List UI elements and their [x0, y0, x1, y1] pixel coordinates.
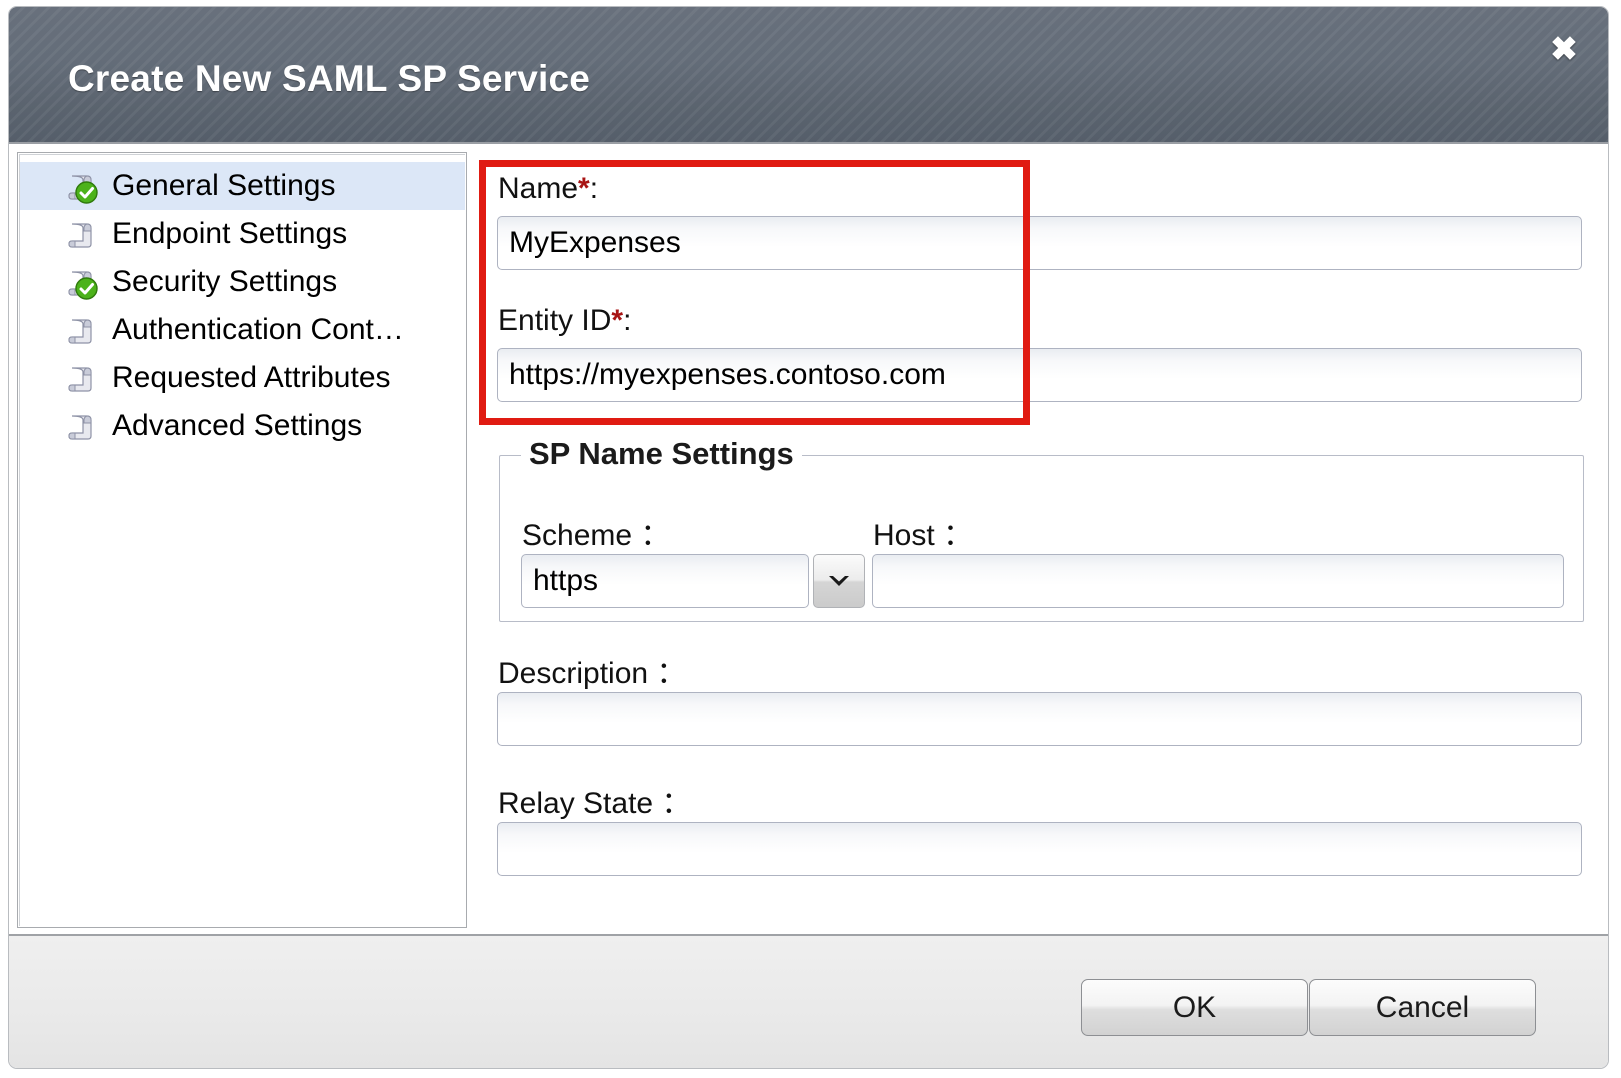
entity-id-label-suffix: : [623, 304, 631, 337]
scroll-icon [63, 216, 99, 252]
ok-button[interactable]: OK [1081, 979, 1308, 1036]
scroll-icon [63, 312, 99, 348]
scheme-select[interactable]: https [521, 554, 809, 608]
entity-id-label-text: Entity ID [498, 304, 611, 337]
description-label: Description ： [498, 648, 686, 692]
scroll-icon [63, 264, 99, 300]
sidebar-item-general-settings[interactable]: General Settings [20, 162, 465, 210]
required-marker: * [611, 304, 623, 337]
entity-id-label: Entity ID*: [498, 304, 631, 338]
entity-id-input[interactable]: https://myexpenses.contoso.com [497, 348, 1582, 402]
dialog-body: General Settings Endpoint Settings [9, 146, 1608, 930]
sp-name-settings-group: SP Name Settings Scheme ： https Host ： [499, 455, 1584, 622]
general-settings-panel: Name*: MyExpenses Entity ID*: https://my… [468, 152, 1600, 928]
scheme-label: Scheme ： [522, 510, 670, 554]
sidebar-item-label: Security Settings [112, 265, 337, 299]
sidebar-item-label: General Settings [112, 169, 335, 203]
create-saml-sp-service-dialog: Create New SAML SP Service ✖ [8, 6, 1609, 1069]
sidebar-item-authentication-context[interactable]: Authentication Cont… [20, 306, 465, 354]
scroll-icon [63, 408, 99, 444]
page-title: Create New SAML SP Service [68, 58, 590, 100]
host-label: Host ： [873, 510, 973, 554]
sidebar-item-label: Authentication Cont… [112, 313, 404, 347]
sidebar-item-label: Endpoint Settings [112, 217, 347, 251]
sidebar-item-endpoint-settings[interactable]: Endpoint Settings [20, 210, 465, 258]
dialog-footer: OK Cancel [9, 934, 1608, 1068]
chevron-down-icon[interactable] [813, 554, 865, 608]
check-circle-icon [75, 181, 98, 204]
close-icon[interactable]: ✖ [1544, 29, 1584, 69]
sp-name-settings-legend: SP Name Settings [521, 436, 802, 472]
name-label: Name*: [498, 172, 598, 206]
cancel-button[interactable]: Cancel [1309, 979, 1536, 1036]
description-input[interactable] [497, 692, 1582, 746]
scroll-icon [63, 168, 99, 204]
sidebar-item-label: Requested Attributes [112, 361, 391, 395]
scroll-icon [63, 360, 99, 396]
dialog-titlebar: Create New SAML SP Service ✖ [9, 7, 1608, 144]
required-marker: * [578, 172, 590, 205]
name-label-suffix: : [590, 172, 598, 205]
host-input[interactable] [872, 554, 1564, 608]
relay-state-input[interactable] [497, 822, 1582, 876]
relay-state-label: Relay State ： [498, 778, 691, 822]
sidebar-item-security-settings[interactable]: Security Settings [20, 258, 465, 306]
sidebar-item-label: Advanced Settings [112, 409, 362, 443]
name-input[interactable]: MyExpenses [497, 216, 1582, 270]
name-label-text: Name [498, 172, 578, 205]
sidebar-list: General Settings Endpoint Settings [19, 154, 465, 926]
sidebar-item-requested-attributes[interactable]: Requested Attributes [20, 354, 465, 402]
settings-nav-sidebar: General Settings Endpoint Settings [17, 152, 467, 928]
sidebar-item-advanced-settings[interactable]: Advanced Settings [20, 402, 465, 450]
check-circle-icon [75, 277, 98, 300]
